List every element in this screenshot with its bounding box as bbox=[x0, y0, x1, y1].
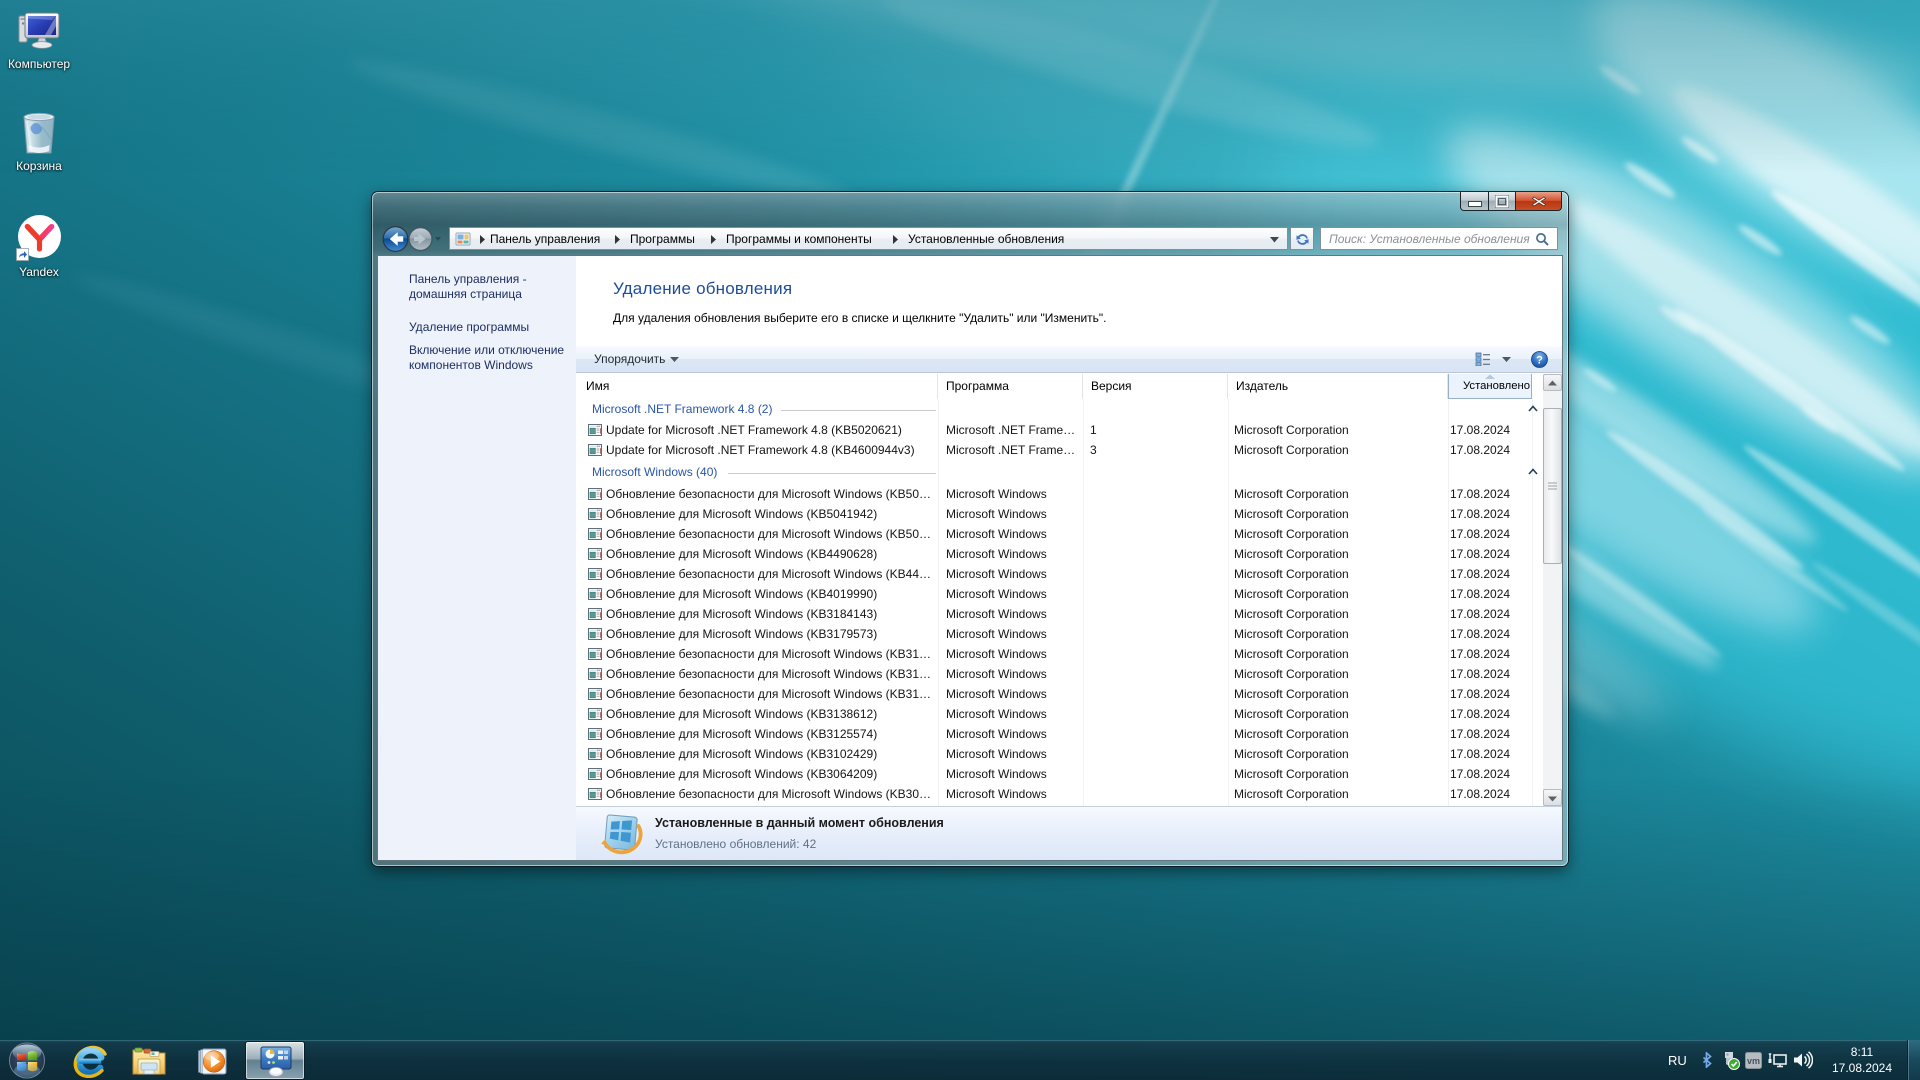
svg-text:?: ? bbox=[1536, 355, 1543, 367]
svg-text:vm: vm bbox=[1747, 1056, 1760, 1066]
